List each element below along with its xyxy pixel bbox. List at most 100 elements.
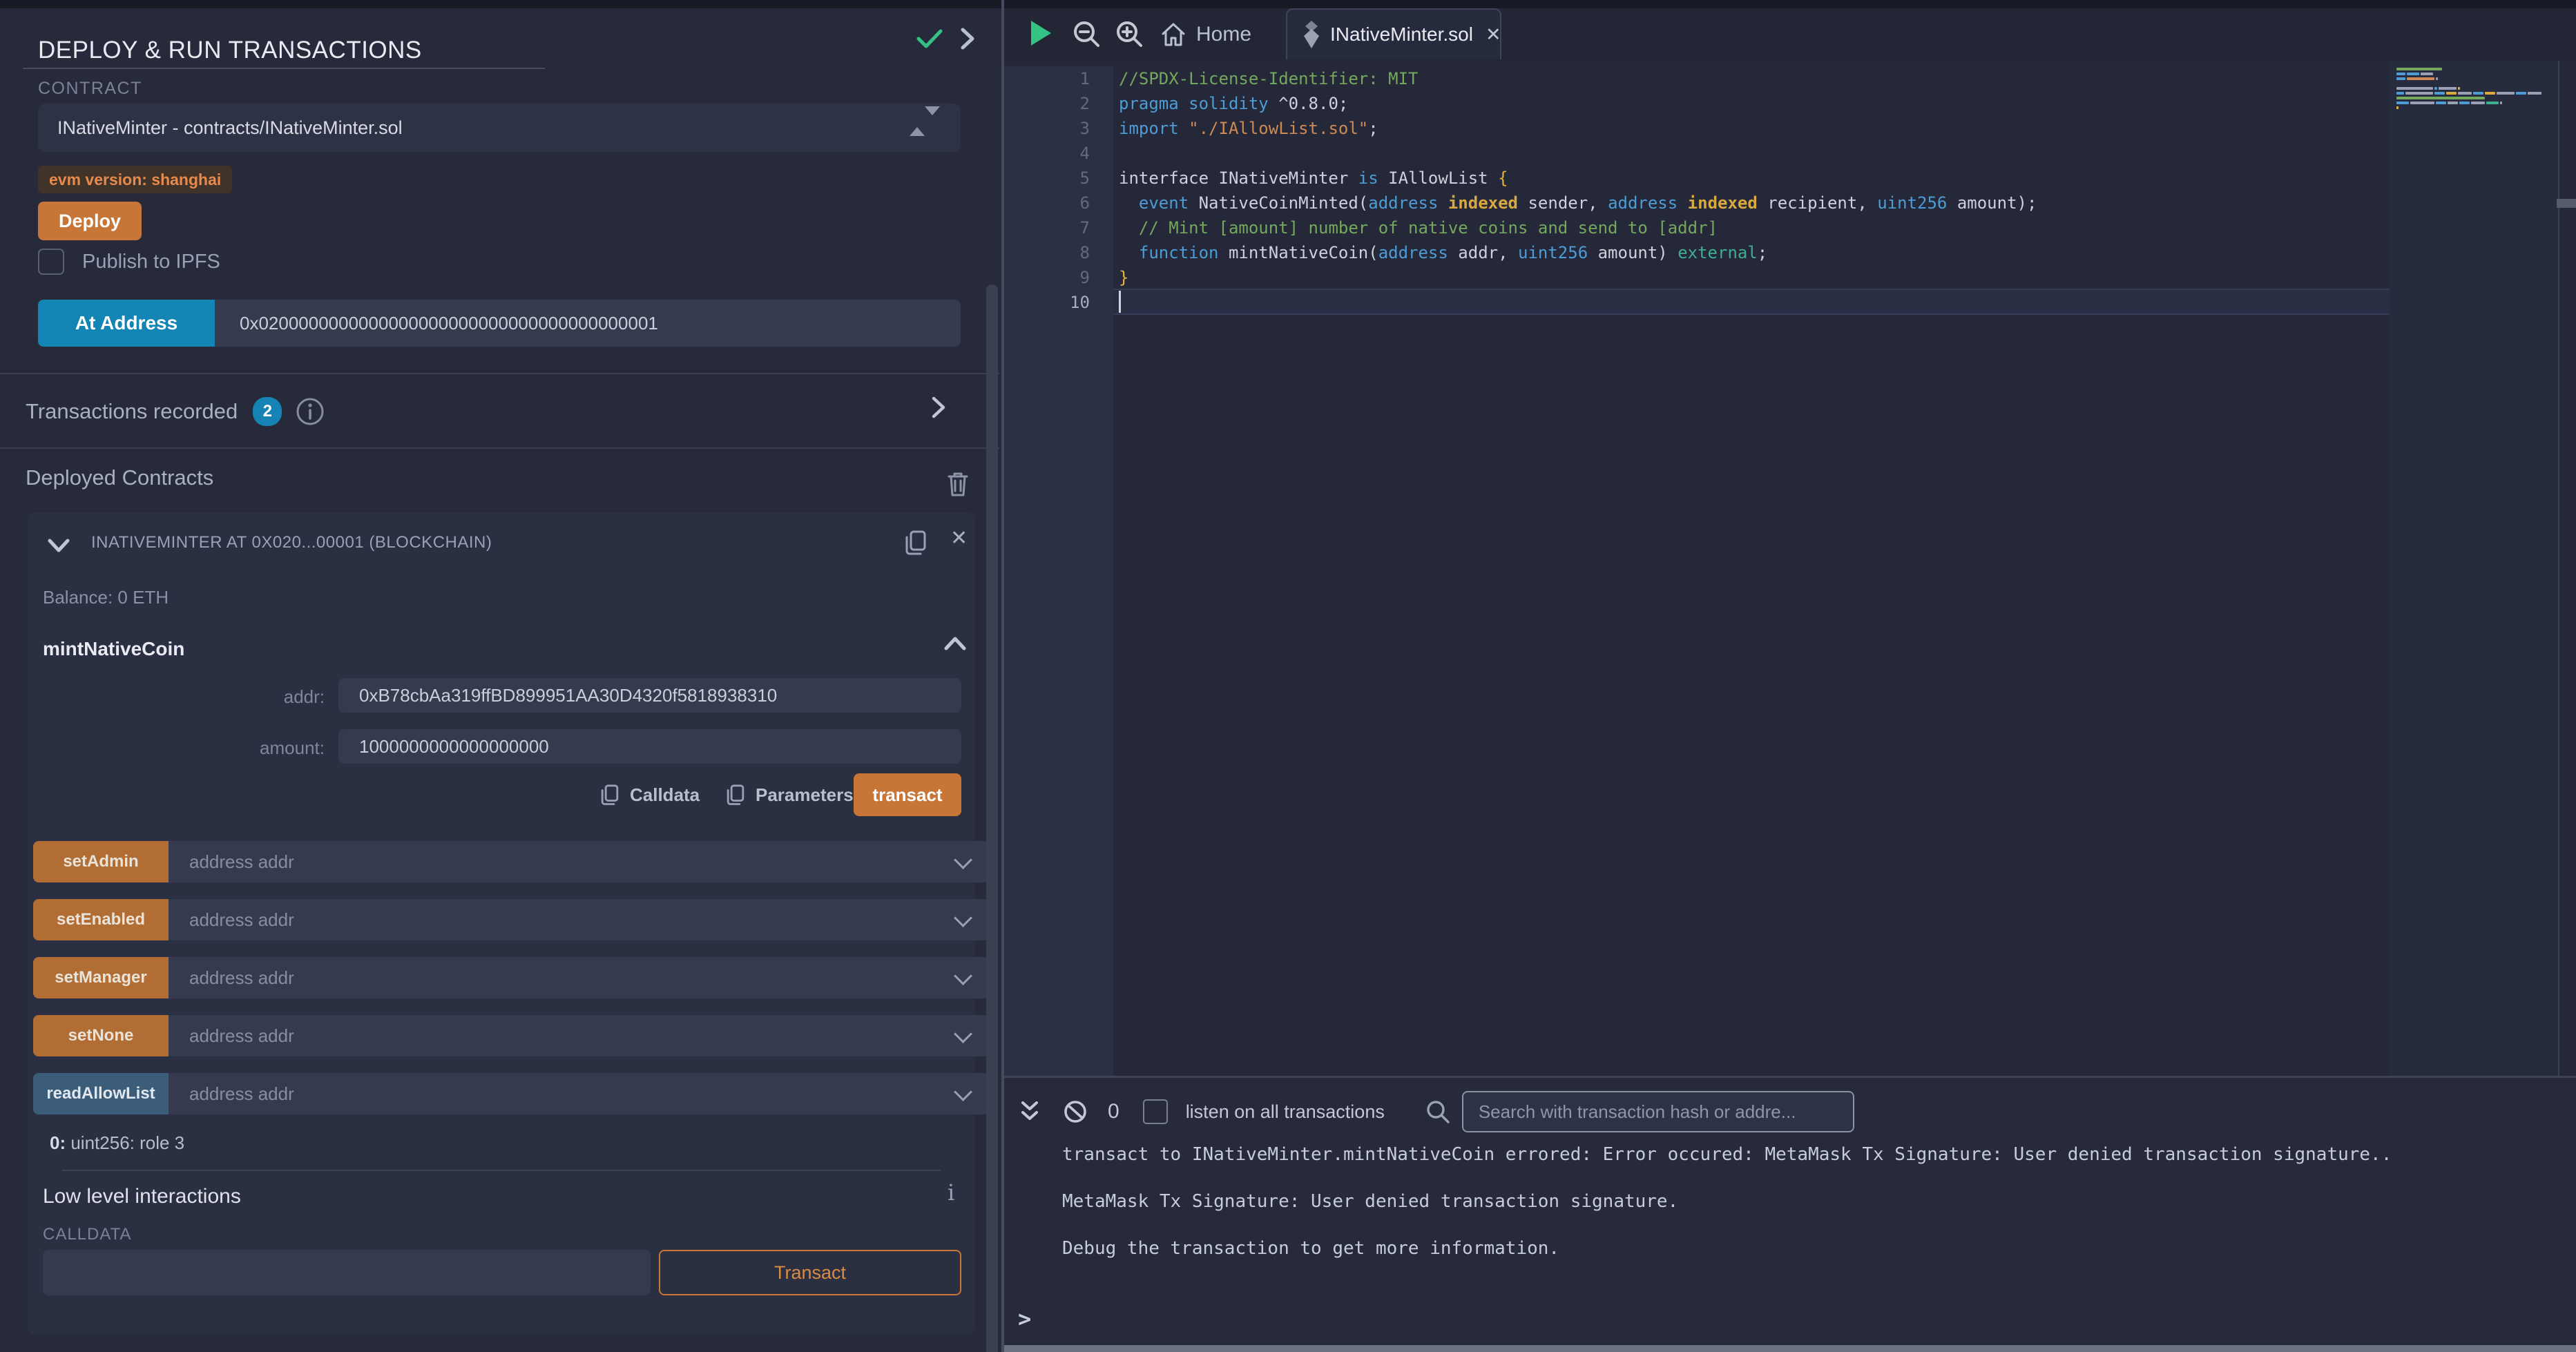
setManager-input[interactable]: address addr bbox=[169, 957, 989, 998]
function-row: setEnabledaddress addr bbox=[33, 899, 989, 940]
code-line[interactable]: //SPDX-License-Identifier: MIT bbox=[1119, 66, 2037, 91]
amount-field-input[interactable]: 1000000000000000000 bbox=[338, 729, 961, 764]
function-row: setNone address addr bbox=[33, 1015, 989, 1056]
tab-inativeminter[interactable]: INativeMinter.sol ✕ bbox=[1286, 8, 1501, 59]
parameters-copy-label[interactable]: Parameters bbox=[756, 784, 854, 806]
addr-field-label: addr: bbox=[43, 686, 325, 708]
chevron-down-icon[interactable] bbox=[954, 1025, 972, 1043]
minimap-line bbox=[2396, 106, 2558, 111]
low-level-transact-button[interactable]: Transact bbox=[659, 1250, 961, 1295]
section-divider bbox=[62, 1170, 941, 1171]
check-icon bbox=[916, 28, 943, 50]
function-action-row: Calldata Parameters transact bbox=[28, 773, 961, 816]
chevron-right-icon[interactable] bbox=[930, 395, 948, 420]
terminal-scrollbar[interactable] bbox=[1004, 1345, 2576, 1352]
tab-inativeminter-label: INativeMinter.sol bbox=[1330, 23, 1473, 46]
setManager-button[interactable]: setManager bbox=[33, 957, 169, 998]
chevron-down-icon[interactable] bbox=[954, 1083, 972, 1101]
setAdmin-button[interactable]: setAdmin bbox=[33, 841, 169, 882]
info-icon bbox=[296, 397, 325, 426]
minimap-line bbox=[2396, 92, 2558, 97]
deploy-button[interactable]: Deploy bbox=[38, 202, 142, 240]
input-placeholder: address addr bbox=[189, 1025, 294, 1047]
minimap[interactable] bbox=[2390, 61, 2559, 1076]
terminal-prompt[interactable]: > bbox=[1018, 1306, 1031, 1332]
publish-ipfs-label: Publish to IPFS bbox=[82, 251, 220, 273]
select-stepper-icon[interactable] bbox=[910, 115, 940, 128]
line-number: 1 bbox=[1004, 66, 1113, 91]
solidity-icon bbox=[1303, 21, 1320, 48]
contract-select[interactable]: INativeMinter - contracts/INativeMinter.… bbox=[38, 104, 961, 152]
terminal-search-input[interactable] bbox=[1462, 1091, 1854, 1132]
code-line[interactable]: event NativeCoinMinted(address indexed s… bbox=[1119, 191, 2037, 215]
calldata-copy-label[interactable]: Calldata bbox=[630, 784, 700, 806]
section-divider bbox=[0, 373, 999, 374]
close-icon[interactable]: ✕ bbox=[1486, 24, 1501, 46]
chevron-down-icon[interactable] bbox=[954, 851, 972, 869]
search-icon bbox=[1425, 1099, 1451, 1125]
listen-transactions-checkbox[interactable] bbox=[1143, 1099, 1168, 1124]
zoom-out-icon[interactable] bbox=[1072, 19, 1102, 50]
minimap-line bbox=[2396, 82, 2558, 87]
listen-transactions-label: listen on all transactions bbox=[1186, 1101, 1385, 1123]
evm-version-badge: evm version: shanghai bbox=[38, 166, 232, 193]
collapse-terminal-icon[interactable] bbox=[1019, 1100, 1040, 1123]
zoom-in-icon[interactable] bbox=[1115, 19, 1145, 50]
text-cursor bbox=[1119, 291, 1121, 313]
play-icon[interactable] bbox=[1029, 19, 1052, 47]
line-number: 3 bbox=[1004, 116, 1113, 141]
at-address-input[interactable]: 0x02000000000000000000000000000000000000… bbox=[215, 300, 961, 347]
panel-scrollbar[interactable] bbox=[986, 284, 998, 1352]
function-row: setAdminaddress addr bbox=[33, 841, 989, 882]
line-number: 7 bbox=[1004, 215, 1113, 240]
transact-button[interactable]: transact bbox=[854, 773, 961, 816]
readAllowList-button[interactable]: readAllowList bbox=[33, 1073, 169, 1114]
at-address-button[interactable]: At Address bbox=[38, 300, 215, 347]
transactions-recorded-label: Transactions recorded bbox=[26, 399, 238, 424]
remix-ide-window: DEPLOY & RUN TRANSACTIONS CONTRACT INati… bbox=[0, 0, 2576, 1352]
setAdmin-input[interactable]: address addr bbox=[169, 841, 989, 882]
copy-icon[interactable] bbox=[903, 529, 928, 558]
clear-terminal-icon[interactable] bbox=[1062, 1099, 1088, 1125]
publish-ipfs-checkbox[interactable] bbox=[38, 249, 64, 275]
line-number: 2 bbox=[1004, 91, 1113, 116]
setEnabled-button[interactable]: setEnabled bbox=[33, 899, 169, 940]
deploy-run-panel: DEPLOY & RUN TRANSACTIONS CONTRACT INati… bbox=[0, 8, 999, 1352]
info-icon: i bbox=[948, 1179, 954, 1206]
line-number: 4 bbox=[1004, 141, 1113, 166]
copy-icon[interactable] bbox=[725, 783, 746, 808]
setEnabled-input[interactable]: address addr bbox=[169, 899, 989, 940]
copy-icon[interactable] bbox=[599, 783, 620, 808]
chevron-down-icon[interactable] bbox=[954, 909, 972, 927]
minimap-line bbox=[2396, 111, 2558, 116]
addr-field-input[interactable]: 0xB78cbAa319ffBD899951AA30D4320f58189383… bbox=[338, 678, 961, 713]
setNone-input[interactable]: address addr bbox=[169, 1015, 989, 1056]
readAllowList-input[interactable]: address addr bbox=[169, 1073, 989, 1114]
setNone-button[interactable]: setNone bbox=[33, 1015, 169, 1056]
calldata-input[interactable] bbox=[43, 1250, 651, 1295]
chevron-down-icon[interactable] bbox=[954, 967, 972, 985]
chevron-down-icon[interactable] bbox=[47, 537, 70, 554]
title-underline bbox=[23, 68, 545, 69]
code-line[interactable]: function mintNativeCoin(address addr, ui… bbox=[1119, 240, 2037, 265]
code-line[interactable]: pragma solidity ^0.8.0; bbox=[1119, 91, 2037, 116]
tab-home[interactable]: Home bbox=[1160, 8, 1251, 61]
function-row: readAllowListaddress addr bbox=[33, 1073, 989, 1114]
chevron-up-icon[interactable] bbox=[943, 635, 967, 652]
code-line[interactable]: } bbox=[1119, 265, 2037, 290]
code-line[interactable]: import "./IAllowList.sol"; bbox=[1119, 116, 2037, 141]
close-icon[interactable]: ✕ bbox=[950, 526, 968, 550]
chevron-right-icon[interactable] bbox=[959, 26, 977, 51]
code-line[interactable] bbox=[1119, 141, 2037, 166]
code-line[interactable]: // Mint [amount] number of native coins … bbox=[1119, 215, 2037, 240]
function-list: setAdminaddress addrsetEnabledaddress ad… bbox=[33, 841, 989, 1131]
minimap-line bbox=[2396, 73, 2558, 77]
line-number: 8 bbox=[1004, 240, 1113, 265]
transactions-recorded-row[interactable]: Transactions recorded 2 bbox=[26, 387, 325, 436]
code-editor[interactable]: 10 12345678910 //SPDX-License-Identifier… bbox=[1004, 61, 2576, 1076]
code-line[interactable] bbox=[1119, 290, 2037, 315]
code-lines: //SPDX-License-Identifier: MITpragma sol… bbox=[1119, 66, 2037, 315]
trash-icon[interactable] bbox=[945, 470, 971, 499]
function-row: setManageraddress addr bbox=[33, 957, 989, 998]
code-line[interactable]: interface INativeMinter is IAllowList { bbox=[1119, 166, 2037, 191]
